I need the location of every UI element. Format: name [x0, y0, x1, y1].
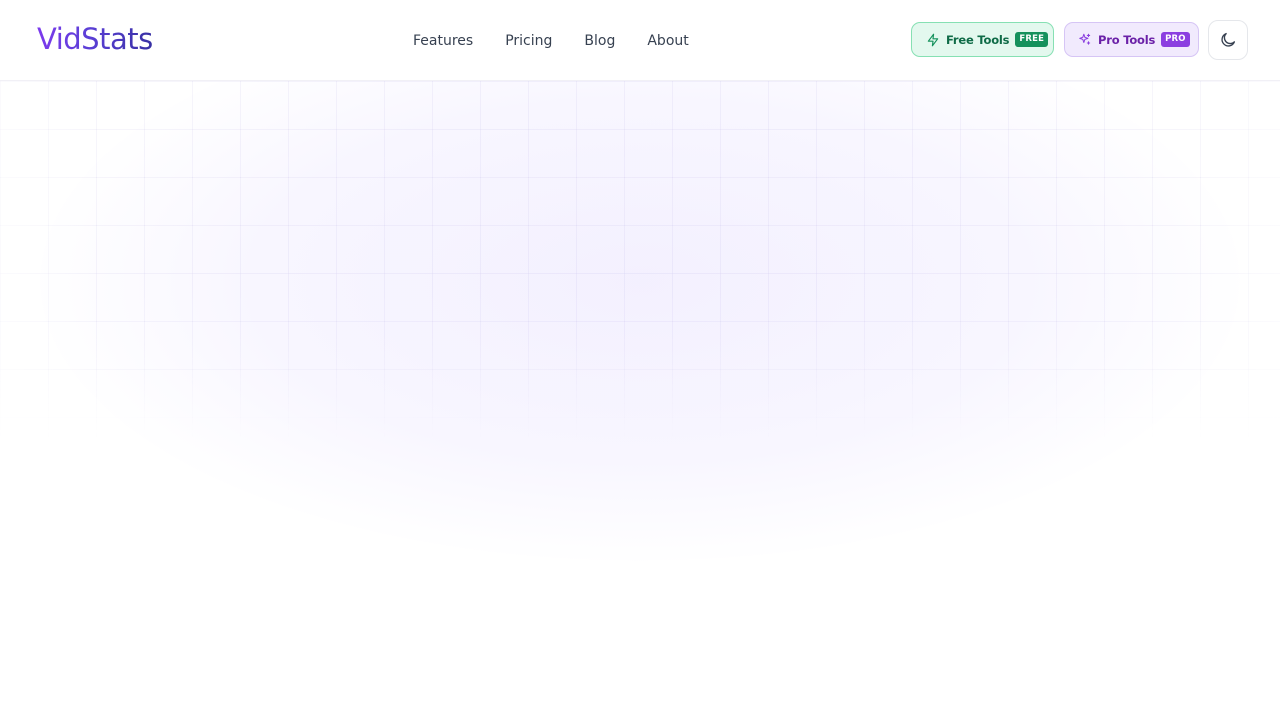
hero-background — [0, 1, 1280, 720]
main-nav: Features Pricing Blog About — [413, 31, 689, 51]
free-tools-label: Free Tools — [946, 32, 1010, 47]
page: VidStats Features Pricing Blog About Fre… — [0, 0, 1280, 720]
nav-link-blog[interactable]: Blog — [584, 31, 615, 51]
sparkles-icon — [1078, 33, 1092, 47]
site-header: VidStats Features Pricing Blog About Fre… — [0, 0, 1280, 81]
nav-link-about[interactable]: About — [647, 31, 688, 51]
moon-icon — [1219, 31, 1237, 49]
theme-toggle-button[interactable] — [1208, 20, 1248, 60]
pro-tools-label: Pro Tools — [1098, 32, 1156, 47]
nav-link-features[interactable]: Features — [413, 31, 473, 51]
pro-tools-button[interactable]: Pro Tools PRO — [1064, 22, 1199, 57]
nav-link-pricing[interactable]: Pricing — [505, 31, 552, 51]
lightning-icon — [926, 33, 940, 47]
free-tools-button[interactable]: Free Tools FREE — [911, 22, 1054, 57]
hero-fade — [0, 81, 1280, 541]
free-badge: FREE — [1015, 32, 1049, 47]
pro-badge: PRO — [1161, 32, 1190, 47]
brand-logo[interactable]: VidStats — [37, 20, 153, 58]
